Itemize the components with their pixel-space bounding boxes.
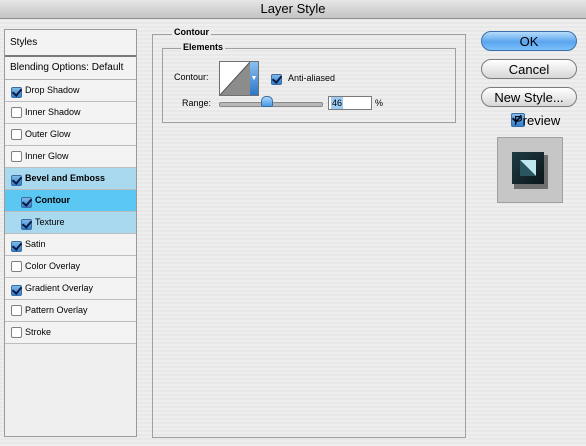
window-title: Layer Style bbox=[0, 0, 586, 19]
range-value: 46 bbox=[331, 97, 344, 109]
style-item-label: Color Overlay bbox=[25, 261, 81, 271]
style-item-checkbox[interactable] bbox=[11, 305, 22, 316]
preview-label: Preview bbox=[514, 113, 561, 128]
range-input[interactable]: 46 bbox=[328, 96, 372, 110]
style-item-label: Satin bbox=[25, 239, 46, 249]
style-item-gradient-overlay[interactable]: Gradient Overlay bbox=[5, 278, 136, 300]
style-item-inner-glow[interactable]: Inner Glow bbox=[5, 146, 136, 168]
style-item-pattern-overlay[interactable]: Pattern Overlay bbox=[5, 300, 136, 322]
style-item-label: Pattern Overlay bbox=[25, 305, 88, 315]
style-item-checkbox[interactable] bbox=[11, 175, 22, 186]
style-item-checkbox[interactable] bbox=[11, 327, 22, 338]
range-label: Range: bbox=[182, 98, 212, 108]
style-item-checkbox[interactable] bbox=[11, 107, 22, 118]
style-item-label: Gradient Overlay bbox=[25, 283, 94, 293]
contour-section-title: Contour bbox=[172, 27, 211, 37]
style-item-checkbox[interactable] bbox=[11, 241, 22, 252]
style-item-label: Drop Shadow bbox=[25, 85, 80, 95]
styles-header[interactable]: Styles bbox=[5, 30, 136, 57]
style-item-contour[interactable]: Contour bbox=[5, 190, 136, 212]
style-item-bevel-and-emboss[interactable]: Bevel and Emboss bbox=[5, 168, 136, 190]
preview-swatch-icon bbox=[512, 152, 548, 189]
style-item-checkbox[interactable] bbox=[11, 285, 22, 296]
style-item-label: Inner Shadow bbox=[25, 107, 81, 117]
style-item-checkbox[interactable] bbox=[21, 197, 32, 208]
style-item-satin[interactable]: Satin bbox=[5, 234, 136, 256]
contour-label: Contour: bbox=[174, 72, 209, 82]
style-item-label: Inner Glow bbox=[25, 151, 69, 161]
style-item-inner-shadow[interactable]: Inner Shadow bbox=[5, 102, 136, 124]
style-item-checkbox[interactable] bbox=[21, 219, 32, 230]
anti-aliased-label: Anti-aliased bbox=[288, 73, 336, 83]
chevron-down-icon[interactable]: ▼ bbox=[250, 62, 258, 95]
elements-section-title: Elements bbox=[181, 42, 226, 52]
style-item-color-overlay[interactable]: Color Overlay bbox=[5, 256, 136, 278]
range-slider-thumb[interactable] bbox=[260, 96, 273, 107]
anti-aliased-checkbox[interactable] bbox=[271, 74, 282, 85]
style-item-checkbox[interactable] bbox=[11, 87, 22, 98]
style-item-outer-glow[interactable]: Outer Glow bbox=[5, 124, 136, 146]
style-item-label: Contour bbox=[35, 195, 70, 205]
style-item-label: Stroke bbox=[25, 327, 52, 337]
elements-group-box bbox=[162, 48, 456, 123]
new-style-button[interactable]: New Style... bbox=[481, 87, 577, 107]
blending-options-item[interactable]: Blending Options: Default bbox=[5, 57, 136, 80]
style-item-label: Texture bbox=[35, 217, 65, 227]
style-item-checkbox[interactable] bbox=[11, 261, 22, 272]
style-preview-thumbnail bbox=[497, 137, 563, 203]
cancel-button[interactable]: Cancel bbox=[481, 59, 577, 79]
style-item-label: Outer Glow bbox=[25, 129, 71, 139]
ok-button[interactable]: OK bbox=[481, 31, 577, 51]
styles-list: Styles Blending Options: Default Drop Sh… bbox=[4, 29, 137, 437]
contour-picker[interactable]: ▼ bbox=[219, 61, 259, 96]
contour-curve-icon bbox=[220, 62, 251, 95]
style-item-texture[interactable]: Texture bbox=[5, 212, 136, 234]
style-item-stroke[interactable]: Stroke bbox=[5, 322, 136, 344]
style-item-checkbox[interactable] bbox=[11, 129, 22, 140]
style-item-label: Bevel and Emboss bbox=[25, 173, 106, 183]
style-item-checkbox[interactable] bbox=[11, 151, 22, 162]
style-item-drop-shadow[interactable]: Drop Shadow bbox=[5, 80, 136, 102]
range-unit: % bbox=[375, 98, 384, 108]
